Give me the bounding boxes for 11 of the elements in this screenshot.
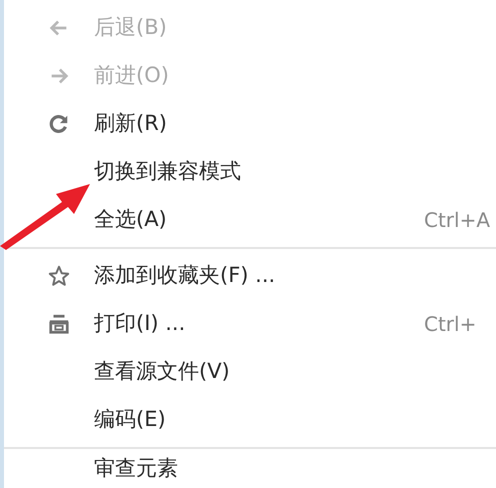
menu-item[interactable]: 查看源文件(V) — [4, 348, 496, 396]
menu-item[interactable]: 全选(A) Ctrl+A — [4, 196, 496, 244]
menu-item[interactable]: 编码(E) — [4, 396, 496, 444]
menu-item[interactable]: 审查元素 — [4, 452, 496, 486]
menu-item[interactable]: 切换到兼容模式 — [4, 148, 496, 196]
star-icon — [48, 265, 70, 287]
printer-icon — [48, 313, 70, 335]
menu-item[interactable]: 刷新(R) — [4, 100, 496, 148]
menu-item[interactable]: 添加到收藏夹(F) ... — [4, 252, 496, 300]
refresh-icon — [48, 113, 70, 135]
menu-item[interactable]: 打印(I) ... Ctrl+ — [4, 300, 496, 348]
